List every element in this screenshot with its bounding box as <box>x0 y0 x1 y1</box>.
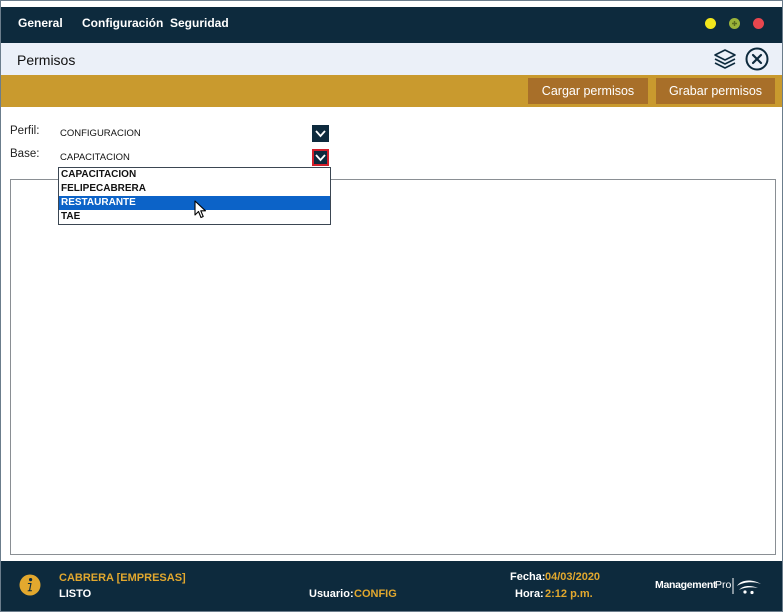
chevron-down-icon[interactable] <box>312 125 329 142</box>
perfil-select[interactable]: CONFIGURACION <box>58 125 329 142</box>
permissions-panel[interactable] <box>10 179 776 555</box>
menu-seguridad[interactable]: Seguridad <box>170 16 229 30</box>
base-value: CAPACITACION <box>60 152 130 163</box>
status-text: LISTO <box>59 588 92 600</box>
title-bar: Permisos <box>1 43 782 75</box>
perfil-value: CONFIGURACION <box>60 128 141 139</box>
pointer-cursor-icon <box>194 200 208 220</box>
date-label: Fecha: <box>510 571 546 583</box>
base-select[interactable]: CAPACITACION <box>58 149 329 166</box>
minimize-dot[interactable] <box>705 18 716 29</box>
dropdown-option[interactable]: CAPACITACION <box>59 168 330 182</box>
base-label: Base: <box>10 148 40 160</box>
user-value: CONFIG <box>354 588 397 600</box>
close-circle-icon[interactable] <box>745 47 769 71</box>
menu-general[interactable]: General <box>18 16 63 30</box>
brand-logo: Management Pro <box>655 576 765 596</box>
app-window: General Configuración Seguridad Permisos <box>0 0 783 612</box>
time-label: Hora: <box>515 588 544 600</box>
user-label: Usuario: <box>309 588 354 600</box>
maximize-dot[interactable] <box>729 18 740 29</box>
perfil-label: Perfil: <box>10 125 40 137</box>
chevron-down-icon[interactable] <box>312 149 329 166</box>
status-bar: CABRERA [EMPRESAS] LISTO Usuario: CONFIG… <box>1 561 782 611</box>
page-title: Permisos <box>17 52 76 68</box>
toolbar: Cargar permisos Grabar permisos <box>1 75 782 107</box>
company-name: CABRERA [EMPRESAS] <box>59 572 186 584</box>
date-value: 04/03/2020 <box>545 571 601 583</box>
menu-bar: General Configuración Seguridad <box>1 1 782 43</box>
brand-management: Management <box>655 579 717 591</box>
close-dot[interactable] <box>753 18 764 29</box>
time-value: 2:12 p.m. <box>545 588 593 600</box>
grabar-permisos-button[interactable]: Grabar permisos <box>656 78 775 104</box>
menu-configuracion[interactable]: Configuración <box>82 16 163 30</box>
brand-pro: Pro <box>715 579 732 591</box>
cargar-permisos-button[interactable]: Cargar permisos <box>528 78 648 104</box>
layers-icon[interactable] <box>713 48 737 70</box>
info-icon <box>19 574 41 596</box>
dropdown-option[interactable]: FELIPECABRERA <box>59 182 330 196</box>
